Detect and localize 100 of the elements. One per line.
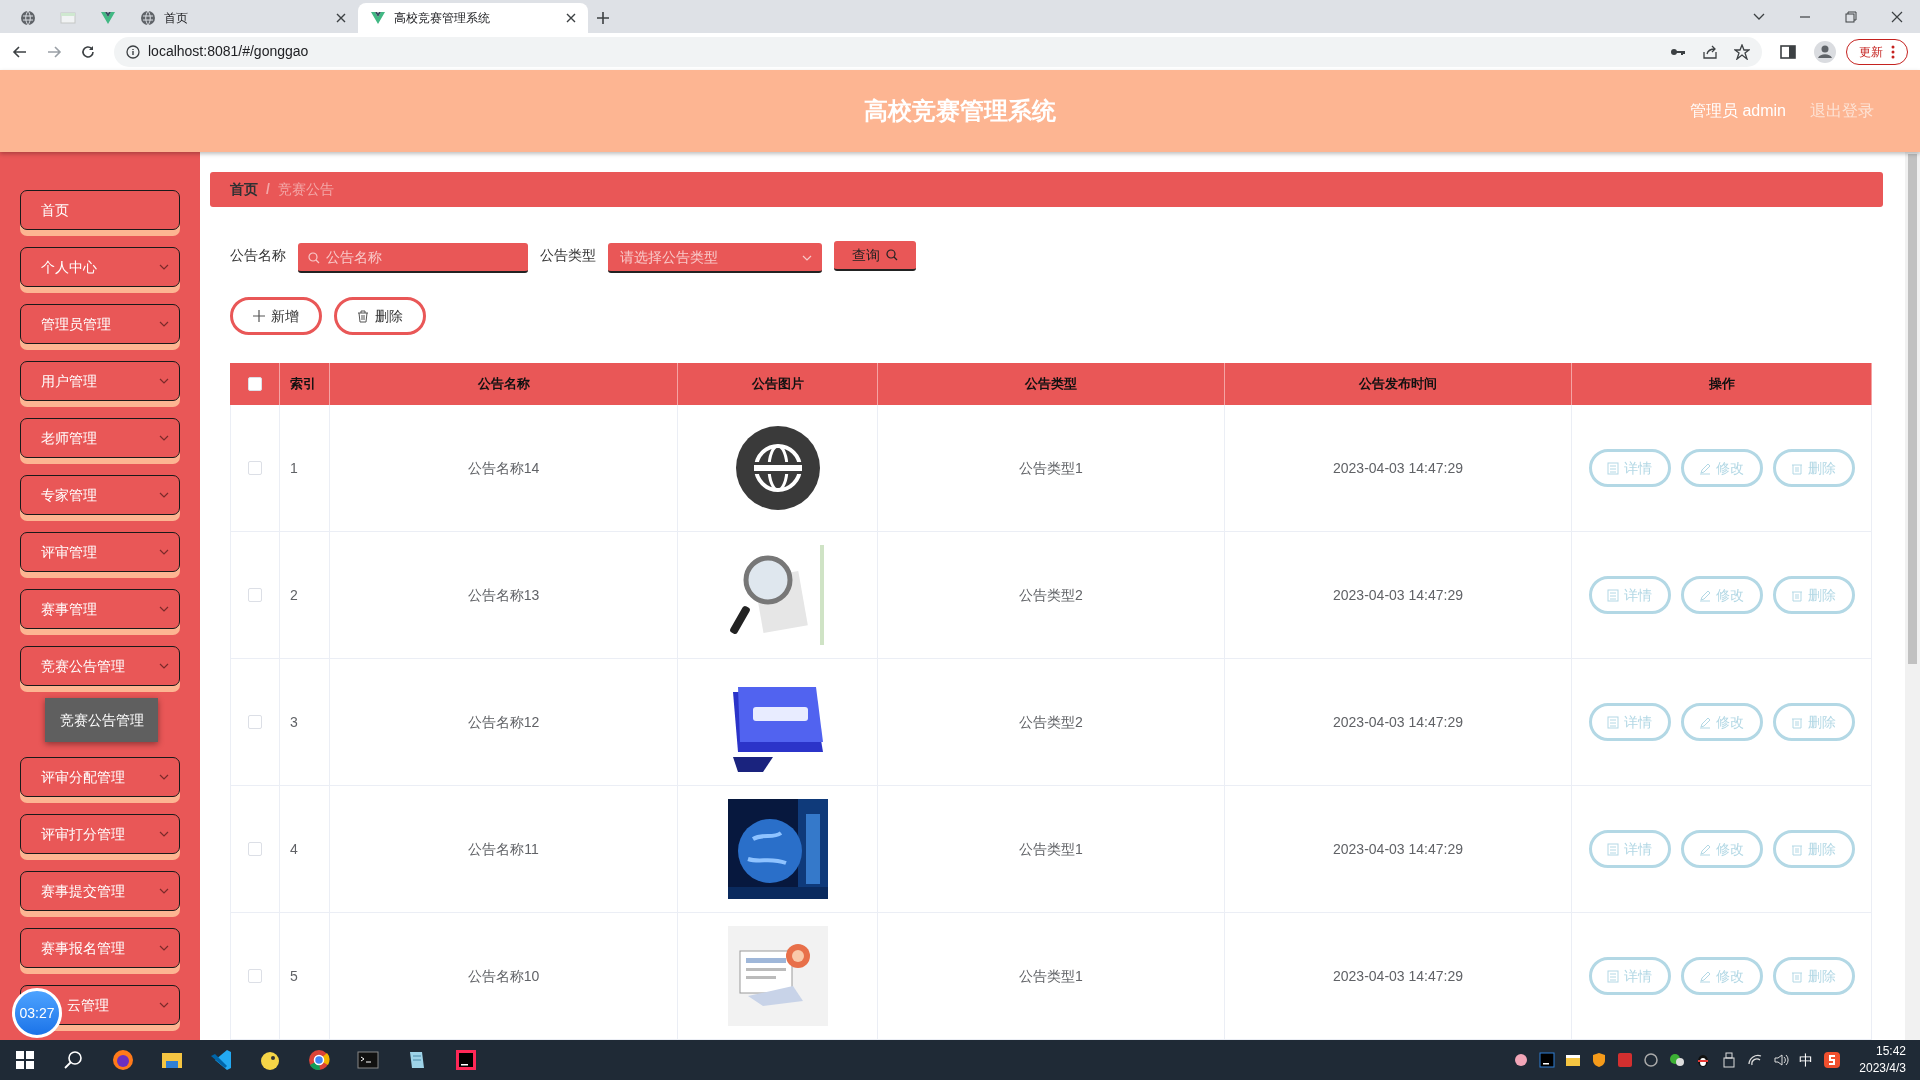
chevron-down-icon — [159, 549, 169, 555]
logo-icon[interactable] — [1643, 1052, 1660, 1068]
chrome-icon[interactable] — [306, 1048, 331, 1072]
add-button[interactable]: 新增 — [230, 297, 322, 335]
table-cell-text: 5 — [290, 966, 298, 986]
reload-icon[interactable] — [80, 43, 96, 60]
chevron-down-icon — [159, 378, 169, 384]
pencil-icon — [1699, 842, 1711, 856]
fox-icon[interactable] — [110, 1048, 135, 1072]
query-button[interactable]: 查询 — [834, 241, 916, 271]
side-panel-icon[interactable] — [1780, 43, 1796, 60]
chevron-down-icon — [159, 1002, 169, 1008]
ide-icon[interactable] — [1539, 1052, 1556, 1068]
breadcrumb-item: 竞赛公告 — [277, 180, 334, 199]
clock-date[interactable]: 2023/4/3 — [1859, 1060, 1906, 1077]
v-logo-icon — [370, 10, 386, 26]
terminal-icon[interactable] — [355, 1048, 380, 1072]
chevron-down-icon — [159, 264, 169, 270]
column-header: 公告图片 — [751, 375, 804, 394]
table-cell-text: 公告类型2 — [1019, 585, 1083, 605]
search-field[interactable]: 公告名称 — [298, 243, 528, 273]
close-icon[interactable] — [566, 13, 576, 23]
app-icon[interactable] — [1617, 1052, 1634, 1068]
chevron-down-icon — [159, 831, 169, 837]
document-icon — [1607, 969, 1619, 983]
document-icon — [1607, 588, 1619, 602]
v-logo-icon — [100, 10, 116, 26]
column-header: 公告类型 — [1025, 375, 1077, 394]
breadcrumb-separator: / — [266, 180, 270, 199]
table-cell-text: 4 — [290, 839, 298, 859]
browser-tab[interactable]: 高校竞赛管理系统 — [358, 3, 588, 33]
close-icon[interactable] — [336, 13, 346, 23]
column-header: 公告名称 — [477, 375, 530, 394]
row-checkbox[interactable] — [248, 842, 262, 856]
user-label: 管理员 admin — [1689, 101, 1786, 121]
row-checkbox[interactable] — [248, 461, 262, 475]
globe-icon — [20, 10, 36, 26]
chevron-down-icon — [159, 945, 169, 951]
trash-icon — [1791, 588, 1803, 602]
profile-icon[interactable] — [1814, 40, 1836, 63]
shield-icon[interactable] — [1591, 1052, 1608, 1068]
chevron-down-icon — [159, 435, 169, 441]
search-icon — [886, 249, 898, 261]
forward-icon[interactable] — [46, 43, 62, 60]
column-header: 公告发布时间 — [1359, 375, 1437, 394]
trash-icon — [1791, 969, 1803, 983]
wifi-icon[interactable] — [1747, 1052, 1764, 1068]
bookmark-star-icon[interactable] — [1734, 43, 1750, 60]
table-cell-text: 公告类型2 — [1019, 712, 1083, 732]
browser-tab[interactable]: 首页 — [128, 3, 358, 33]
flower-icon[interactable] — [1513, 1052, 1530, 1068]
table-cell-text: 公告类型1 — [1019, 839, 1083, 859]
document-icon — [1607, 461, 1619, 475]
select-all-checkbox[interactable] — [247, 377, 262, 391]
window-icon[interactable] — [1565, 1052, 1582, 1068]
select-field[interactable]: 请选择公告类型 — [608, 243, 822, 273]
chevron-down-icon — [159, 774, 169, 780]
info-icon — [126, 44, 140, 59]
chevron-down-icon — [159, 492, 169, 498]
table-cell-text: 2023-04-03 14:47:29 — [1333, 966, 1463, 986]
document-icon — [1607, 715, 1619, 729]
more-icon — [1891, 44, 1895, 59]
clock-time[interactable]: 15:42 — [1875, 1043, 1906, 1060]
column-header: 操作 — [1708, 375, 1735, 394]
row-checkbox[interactable] — [248, 969, 262, 983]
chevron-down-icon — [159, 321, 169, 327]
field-label: 公告类型 — [540, 245, 596, 265]
page-icon — [60, 10, 76, 26]
table-cell-text: 2023-04-03 14:47:29 — [1333, 712, 1463, 732]
row-checkbox[interactable] — [248, 588, 262, 602]
table-cell-text: 公告名称13 — [467, 585, 540, 605]
scrollbar-thumb[interactable] — [1908, 154, 1917, 664]
share-icon[interactable] — [1702, 43, 1718, 60]
input-app-icon[interactable] — [1823, 1051, 1842, 1069]
pencil-icon — [1699, 461, 1711, 475]
field-label: 公告名称 — [230, 245, 286, 265]
speaker-icon[interactable] — [1773, 1052, 1790, 1068]
delete-button[interactable]: 删除 — [334, 297, 426, 335]
table-cell-text: 公告名称12 — [467, 712, 540, 732]
chevron-down-icon — [802, 255, 812, 261]
input-method-indicator[interactable]: 中 — [1799, 1049, 1814, 1071]
column-header: 索引 — [290, 375, 316, 394]
pencil-icon — [1699, 969, 1711, 983]
table-cell-text: 3 — [290, 712, 298, 732]
chat-icon[interactable] — [1669, 1052, 1686, 1068]
new-tab-icon[interactable] — [596, 11, 610, 25]
table-cell-text: 2 — [290, 585, 298, 605]
back-icon[interactable] — [12, 43, 28, 60]
chevron-down-icon — [159, 888, 169, 894]
trash-icon — [1791, 842, 1803, 856]
site-title: 高校竞赛管理系统 — [864, 96, 1056, 126]
breadcrumb-item[interactable]: 首页 — [230, 179, 258, 200]
submenu-item[interactable]: 竞赛公告管理 — [45, 698, 158, 742]
row-checkbox[interactable] — [248, 715, 262, 729]
address-bar[interactable]: localhost:8081/#/gonggao — [114, 36, 1762, 67]
table-cell-text: 公告名称11 — [468, 839, 539, 859]
search-icon — [308, 252, 320, 264]
pencil-icon — [1699, 715, 1711, 729]
trash-icon — [1791, 715, 1803, 729]
table-cell-text: 2023-04-03 14:47:29 — [1333, 839, 1463, 859]
